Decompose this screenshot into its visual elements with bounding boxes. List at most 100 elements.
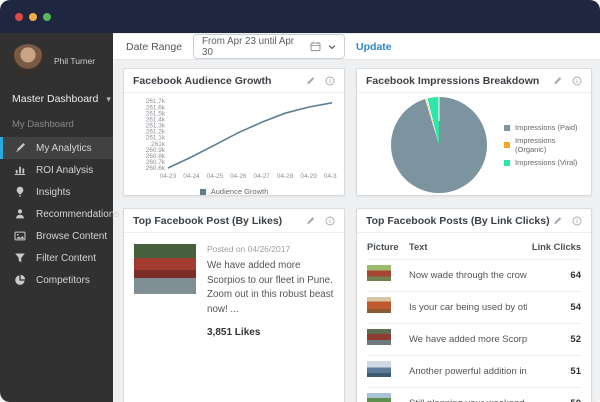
dashboard-window: Phil Turner Master Dashboard▾ My Dashboa… — [0, 0, 600, 402]
column-header-picture: Picture — [367, 242, 409, 252]
edit-pencil-icon[interactable] — [306, 76, 316, 86]
svg-text:04-30: 04-30 — [324, 173, 337, 180]
info-icon[interactable] — [325, 76, 335, 86]
svg-text:261.6k: 261.6k — [146, 104, 166, 111]
post-text: Still planning your weekend trip? Se... — [409, 398, 527, 402]
svg-text:04-29: 04-29 — [300, 173, 317, 180]
info-icon[interactable] — [572, 216, 582, 226]
sidebar-item-my-analytics[interactable]: My Analytics — [0, 137, 113, 159]
info-icon[interactable] — [325, 216, 335, 226]
date-range-input[interactable]: From Apr 23 until Apr 30 — [193, 34, 345, 59]
sidebar-item-label: Browse Content — [36, 231, 107, 242]
post-thumbnail — [367, 361, 391, 377]
sidebar-item-label: Filter Content — [36, 253, 96, 264]
svg-text:261.2k: 261.2k — [146, 129, 166, 136]
svg-text:04-24: 04-24 — [183, 173, 200, 180]
info-icon[interactable] — [572, 76, 582, 86]
post-thumbnail — [367, 329, 391, 345]
sidebar-section-label: My Dashboard — [0, 105, 113, 137]
svg-text:04-27: 04-27 — [254, 173, 271, 180]
table-row[interactable]: Now wade through the crowded Ba...64 — [367, 259, 581, 291]
table-row[interactable]: Is your car being used by other fma...54 — [367, 291, 581, 323]
link-clicks-value: 51 — [527, 366, 581, 377]
legend-label: Impressions (Viral) — [515, 158, 577, 167]
link-clicks-value: 52 — [527, 334, 581, 345]
card-title: Facebook Impressions Breakdown — [366, 75, 539, 87]
sidebar-item-insights[interactable]: Insights — [0, 181, 113, 203]
card-title: Top Facebook Posts (By Link Clicks) — [366, 215, 550, 227]
card-title: Facebook Audience Growth — [133, 75, 271, 87]
svg-text:261.4k: 261.4k — [146, 117, 166, 124]
main-area: Date Range From Apr 23 until Apr 30 Upda… — [113, 33, 600, 402]
top-post-card: Top Facebook Post (By Likes) Posted on 0… — [123, 208, 345, 402]
edit-pencil-icon[interactable] — [553, 216, 563, 226]
top-posts-clicks-card: Top Facebook Posts (By Link Clicks) Pict… — [356, 208, 592, 402]
table-row[interactable]: We have added more Scorpios to o...52 — [367, 323, 581, 355]
link-clicks-value: 50 — [527, 398, 581, 402]
link-clicks-value: 64 — [527, 270, 581, 281]
impressions-breakdown-card: Facebook Impressions Breakdown Impressio… — [356, 68, 592, 196]
pie-legend-item: Impressions (Organic) — [504, 136, 585, 154]
legend-swatch — [504, 160, 510, 166]
card-header: Facebook Audience Growth — [124, 69, 344, 93]
legend-label: Impressions (Organic) — [515, 136, 585, 154]
chevron-down-icon[interactable] — [328, 43, 336, 51]
svg-text:261.7k: 261.7k — [146, 98, 166, 105]
maximize-window-icon[interactable] — [43, 13, 51, 21]
legend-label: Audience Growth — [211, 187, 269, 196]
table-header: Picture Text Link Clicks — [367, 236, 581, 259]
link-clicks-value: 54 — [527, 302, 581, 313]
post-thumbnail — [367, 265, 391, 281]
pie-legend: Impressions (Paid) Impressions (Organic) I… — [504, 123, 585, 167]
card-header: Top Facebook Posts (By Link Clicks) — [357, 209, 591, 233]
post-thumbnail — [367, 393, 391, 402]
edit-pencil-icon[interactable] — [306, 216, 316, 226]
sidebar-item-filter-content[interactable]: Filter Content — [0, 247, 113, 269]
legend-label: Impressions (Paid) — [515, 123, 578, 132]
post-text: Is your car being used by other fma... — [409, 302, 527, 313]
dashboard-selector[interactable]: Master Dashboard▾ — [0, 78, 113, 105]
post-text: Another powerful addition in Vizag ... — [409, 366, 527, 377]
lightbulb-icon — [14, 186, 26, 198]
column-header-link-clicks: Link Clicks — [527, 242, 581, 252]
table-row[interactable]: Another powerful addition in Vizag ...51 — [367, 355, 581, 387]
table-row[interactable]: Still planning your weekend trip? Se...5… — [367, 387, 581, 402]
card-header: Facebook Impressions Breakdown — [357, 69, 591, 93]
post-text: We have added more Scorpios to o... — [409, 334, 527, 345]
svg-text:261k: 261k — [151, 141, 166, 148]
date-range-label: Date Range — [126, 41, 182, 53]
audience-growth-card: Facebook Audience Growth 260.6k260.7k260… — [123, 68, 345, 196]
close-window-icon[interactable] — [15, 13, 23, 21]
legend-swatch — [504, 125, 510, 131]
audience-growth-chart: 260.6k260.7k260.8k260.9k261k261.1k261.2k… — [124, 93, 344, 196]
card-header: Top Facebook Post (By Likes) — [124, 209, 344, 233]
sidebar-item-recommendations[interactable]: Recommendations — [0, 203, 113, 225]
edit-pencil-icon[interactable] — [553, 76, 563, 86]
legend-swatch — [504, 142, 510, 148]
line-chart: 260.6k260.7k260.8k260.9k261k261.1k261.2k… — [131, 96, 337, 189]
legend-swatch — [200, 189, 206, 195]
update-button[interactable]: Update — [356, 41, 392, 53]
pie-chart-icon — [14, 274, 26, 286]
sidebar-item-roi-analysis[interactable]: ROI Analysis — [0, 159, 113, 181]
minimize-window-icon[interactable] — [29, 13, 37, 21]
post-date: Posted on 04/26/2017 — [207, 244, 334, 254]
post-text: Now wade through the crowded Ba... — [409, 270, 527, 281]
user-profile[interactable]: Phil Turner — [0, 33, 113, 78]
sidebar-item-competitors[interactable]: Competitors — [0, 269, 113, 291]
post-thumbnail — [367, 297, 391, 313]
svg-text:04-25: 04-25 — [207, 173, 224, 180]
sidebar-item-label: Competitors — [36, 275, 90, 286]
link-clicks-table: Picture Text Link Clicks Now wade throug… — [357, 233, 591, 402]
svg-text:260.9k: 260.9k — [146, 147, 166, 154]
svg-text:04-26: 04-26 — [230, 173, 247, 180]
post-text: We have added more Scorpios to our fleet… — [207, 259, 334, 318]
date-range-value: From Apr 23 until Apr 30 — [202, 36, 303, 58]
post-photo[interactable] — [134, 244, 196, 294]
funnel-icon — [14, 252, 26, 264]
impressions-pie-chart: Impressions (Paid) Impressions (Organic) I… — [357, 93, 591, 196]
sidebar-item-browse-content[interactable]: Browse Content — [0, 225, 113, 247]
calendar-icon — [310, 41, 321, 52]
sidebar-item-label: My Analytics — [36, 143, 92, 154]
svg-text:04-23: 04-23 — [160, 173, 177, 180]
